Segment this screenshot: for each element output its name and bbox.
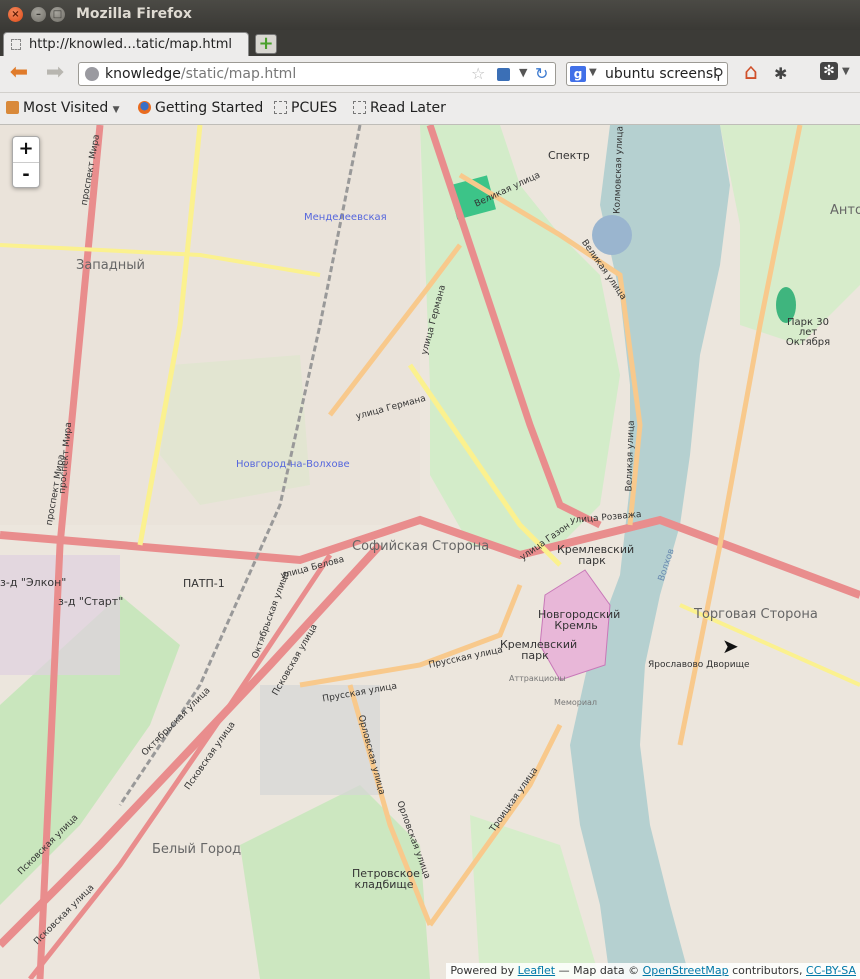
zoom-control: + - <box>12 136 40 188</box>
map-label: Анто <box>830 203 860 218</box>
license-link[interactable]: CC-BY-SA <box>806 964 856 977</box>
map-label: Аттракционы <box>509 674 566 683</box>
reload-icon[interactable]: ↻ <box>535 64 548 83</box>
map-station-label: Новгород-на-Волхове <box>236 459 350 470</box>
map-label: з-д "Старт" <box>58 595 124 608</box>
map-label: Новгородский Кремль <box>538 608 621 632</box>
bookmark-label: Most Visited <box>23 100 109 116</box>
search-bar[interactable]: g ▼ ubuntu screensl ⚲ <box>566 62 728 86</box>
map-label: ПАТП-1 <box>183 577 225 590</box>
map-label: з-д "Элкон" <box>0 576 67 589</box>
close-window-button[interactable]: × <box>8 7 23 22</box>
url-bar[interactable]: knowledge/static/map.html ☆ ▼ ↻ <box>78 62 556 86</box>
bookmark-blank-icon <box>274 101 287 114</box>
map-attribution: Powered by Leaflet — Map data © OpenStre… <box>446 963 860 979</box>
bookmark-label: Read Later <box>370 100 446 116</box>
map-label: Мемориал <box>554 698 598 707</box>
map-label: Ярославово Дворище <box>648 660 750 670</box>
attribution-text: Powered by <box>450 964 515 977</box>
map-district-label: Торговая Сторона <box>694 607 818 622</box>
chevron-down-icon[interactable]: ▼ <box>519 66 527 79</box>
bookmark-most-visited[interactable]: Most Visited ▼ <box>6 100 120 116</box>
openstreetmap-link[interactable]: OpenStreetMap <box>643 964 729 977</box>
mouse-pointer-icon: ➤ <box>722 634 739 658</box>
minimize-window-button[interactable]: – <box>31 7 46 22</box>
most-visited-icon <box>6 101 19 114</box>
bookmark-label: Getting Started <box>155 100 264 116</box>
chevron-down-icon[interactable]: ▼ <box>589 67 597 78</box>
globe-icon <box>85 67 99 81</box>
extension-gear-icon[interactable]: ✻ <box>820 62 838 80</box>
bookmarks-toolbar: Most Visited ▼ Getting Started PCUES Rea… <box>0 93 860 125</box>
url-host: knowledge <box>105 66 181 82</box>
new-tab-button[interactable]: + <box>255 34 277 54</box>
extension-bug-icon[interactable]: ✱ <box>774 64 787 83</box>
search-icon[interactable]: ⚲ <box>713 65 724 83</box>
attribution-text: contributors, <box>732 964 803 977</box>
map-viewport[interactable]: + - Спектр Западный Менделеевская Новгор… <box>0 125 860 979</box>
firefox-icon <box>138 101 151 114</box>
map-label: Парк 30 лет Октября <box>785 317 831 348</box>
home-icon[interactable]: ⌂ <box>738 61 764 87</box>
bookmark-getting-started[interactable]: Getting Started <box>138 100 263 116</box>
bookmark-blank-icon <box>353 101 366 114</box>
save-icon[interactable] <box>497 68 510 81</box>
navigation-toolbar: ⬅ ➡ knowledge/static/map.html ☆ ▼ ↻ g ▼ … <box>0 56 860 93</box>
map-label: Петровское кладбище <box>352 867 420 891</box>
tab-map[interactable]: http://knowled…tatic/map.html <box>3 32 249 56</box>
url-text[interactable]: knowledge/static/map.html <box>105 66 296 82</box>
map-station-label: Менделеевская <box>304 212 387 223</box>
bookmark-pcues[interactable]: PCUES <box>274 100 337 116</box>
leaflet-link[interactable]: Leaflet <box>518 964 555 977</box>
back-button[interactable]: ⬅ <box>6 62 32 86</box>
forward-button[interactable]: ➡ <box>42 62 68 86</box>
attribution-text: — Map data © <box>558 964 640 977</box>
map-label: Кремлевский парк <box>500 638 578 662</box>
chevron-down-icon[interactable]: ▼ <box>842 66 850 77</box>
maximize-window-button[interactable]: □ <box>50 7 65 22</box>
map-district-label: Белый Город <box>152 842 242 857</box>
bookmark-read-later[interactable]: Read Later <box>353 100 446 116</box>
page-blank-icon <box>11 39 21 50</box>
search-input[interactable]: ubuntu screensl <box>605 66 717 82</box>
zoom-in-button[interactable]: + <box>13 137 39 163</box>
url-path: /static/map.html <box>180 66 297 82</box>
bookmark-star-icon[interactable]: ☆ <box>471 64 485 83</box>
map-label: Спектр <box>548 149 590 162</box>
tab-label: http://knowled…tatic/map.html <box>29 37 232 52</box>
google-icon[interactable]: g <box>570 66 586 82</box>
zoom-out-button[interactable]: - <box>13 163 39 188</box>
chevron-down-icon: ▼ <box>112 105 120 115</box>
window-title: Mozilla Firefox <box>76 6 192 22</box>
window-titlebar: × – □ Mozilla Firefox <box>0 0 860 30</box>
map-label: Западный <box>76 258 145 273</box>
pond <box>592 215 632 255</box>
map-label: Кремлевский парк <box>557 543 635 567</box>
map-district-label: Софийская Сторона <box>352 539 490 554</box>
bookmark-label: PCUES <box>291 100 338 116</box>
tab-strip: http://knowled…tatic/map.html + <box>0 30 860 56</box>
